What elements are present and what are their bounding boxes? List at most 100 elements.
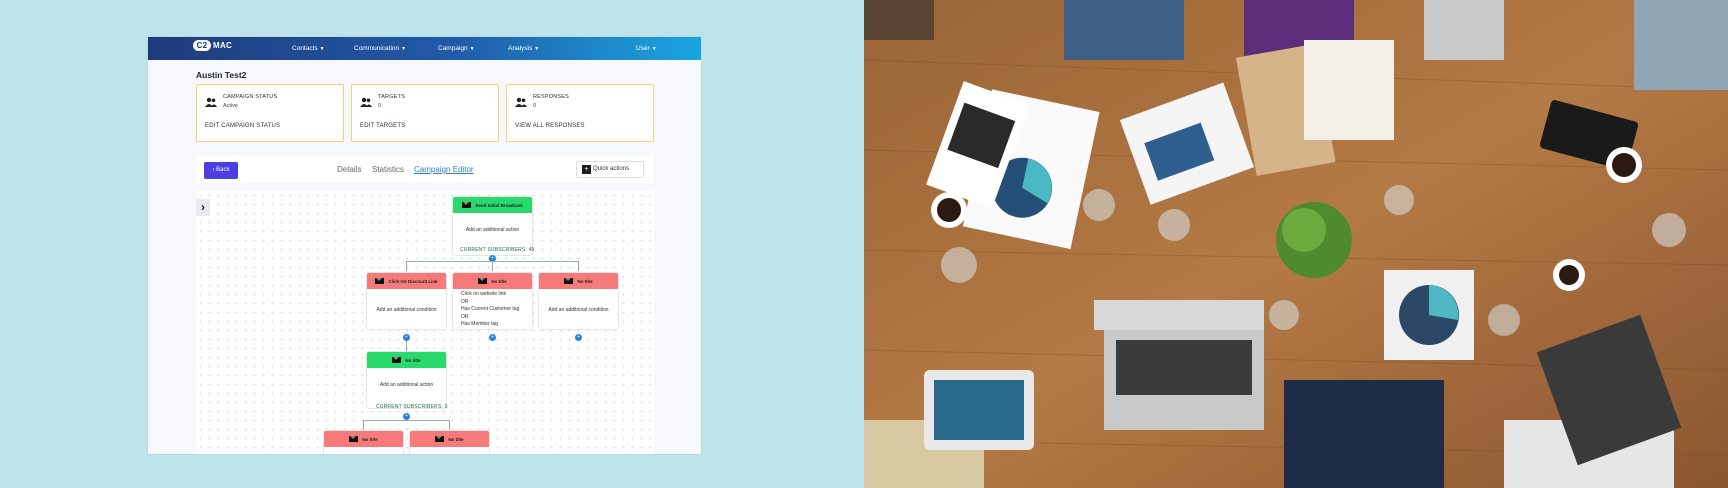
add-condition-link[interactable]: Add an additional condition <box>367 307 446 313</box>
card-targets: TARGETS 0 EDIT TARGETS <box>351 84 499 142</box>
envelope-icon <box>564 278 574 284</box>
card-value: 0 <box>533 103 537 109</box>
envelope-icon <box>349 436 359 442</box>
envelope-icon <box>392 357 402 363</box>
chevron-left-icon: ‹ <box>212 167 215 173</box>
chevron-right-icon[interactable]: › <box>196 199 210 216</box>
top-navbar: C2 MAC Contacts ▼ Communication ▼ Campaign… <box>148 37 701 60</box>
tabs-bar: ‹ Back Details Statistics Campaign Edito… <box>196 155 654 183</box>
chevron-down-icon: ▼ <box>401 46 407 52</box>
tab-statistics[interactable]: Statistics <box>372 165 404 174</box>
node-header: No title <box>453 273 532 289</box>
card-value: 0 <box>378 103 382 109</box>
node-header: No title <box>539 273 618 289</box>
left-panel: C2 MAC Contacts ▼ Communication ▼ Campaign… <box>0 0 864 488</box>
node-header: Click On Discount Link <box>367 273 446 289</box>
envelope-icon <box>435 436 445 442</box>
card-label: TARGETS <box>378 94 405 100</box>
node-title: No title <box>448 436 464 442</box>
add-node-dot[interactable]: + <box>403 413 410 420</box>
nav-campaign-label: Campaign <box>438 45 468 52</box>
chevron-down-icon: ▼ <box>534 46 540 52</box>
node-header: No title <box>410 431 489 447</box>
flow-node-branch-2[interactable]: No title Click on website link OR Has Cu… <box>452 272 533 330</box>
card-responses: RESPONSES 0 VIEW ALL RESPONSES <box>506 84 654 142</box>
app-window: C2 MAC Contacts ▼ Communication ▼ Campaign… <box>148 37 701 454</box>
condition-list: Click on website link OR Has Current Cus… <box>453 291 532 329</box>
condition-line: OR <box>461 313 469 320</box>
card-campaign-status: CAMPAIGN STATUS Active EDIT CAMPAIGN STA… <box>196 84 344 142</box>
add-action-link[interactable]: Add an additional action <box>453 227 532 233</box>
node-header: No title <box>324 431 403 447</box>
add-node-dot[interactable]: + <box>575 334 582 341</box>
quick-actions-label: Quick actions <box>593 166 630 172</box>
team-meeting-illustration <box>864 0 1728 488</box>
campaign-flow-canvas[interactable]: › Send Initial Broadcast Add an addition… <box>196 191 654 454</box>
add-action-link[interactable]: Add an additional action <box>367 382 446 388</box>
node-title: No title <box>577 278 593 284</box>
card-label: RESPONSES <box>533 94 570 100</box>
connector-line <box>363 420 449 421</box>
back-label: Back <box>216 167 230 173</box>
connector-line <box>578 261 579 271</box>
subscriber-count: CURRENT SUBSCRIBERS: 45 <box>460 247 535 253</box>
condition-line: Has Current Customer tag <box>461 306 520 312</box>
nav-communication[interactable]: Communication ▼ <box>354 45 406 52</box>
users-icon <box>360 97 372 107</box>
chevron-down-icon: ▼ <box>319 46 325 52</box>
node-header: No title <box>367 352 446 368</box>
nav-analysis[interactable]: Analysis ▼ <box>508 45 539 52</box>
tab-details[interactable]: Details <box>337 165 361 174</box>
edit-targets-link[interactable]: EDIT TARGETS <box>360 123 405 129</box>
card-label: CAMPAIGN STATUS <box>223 94 278 100</box>
nav-communication-label: Communication <box>354 45 400 52</box>
flow-node-branch-3[interactable]: No title Add an additional condition <box>538 272 619 330</box>
condition-line: Click on website link <box>461 291 507 297</box>
page-title: Austin Test2 <box>196 70 247 80</box>
condition-line: OR <box>461 298 469 305</box>
node-title: Click On Discount Link <box>388 278 438 284</box>
users-icon <box>515 97 527 107</box>
view-all-responses-link[interactable]: VIEW ALL RESPONSES <box>515 123 585 129</box>
nav-user-label: User <box>636 45 650 52</box>
back-button[interactable]: ‹ Back <box>204 162 238 179</box>
condition-line: Has Member tag <box>461 321 498 327</box>
flow-node-action-2[interactable]: No title Add an additional action <box>366 351 447 409</box>
nav-analysis-label: Analysis <box>508 45 533 52</box>
tab-campaign-editor[interactable]: Campaign Editor <box>414 165 474 174</box>
node-header: Send Initial Broadcast <box>453 197 532 213</box>
node-title: No title <box>491 278 507 284</box>
chevron-down-icon: ▼ <box>469 46 475 52</box>
logo-text: MAC <box>213 41 233 50</box>
connector-line <box>406 261 407 271</box>
connector-line <box>363 420 364 430</box>
page-content: Austin Test2 CAMPAIGN STATUS Active EDIT… <box>148 60 701 454</box>
node-title: Send Initial Broadcast <box>475 202 523 208</box>
envelope-icon <box>478 278 488 284</box>
connector-line <box>406 341 407 351</box>
flow-node-bottom-2[interactable]: No title <box>409 430 490 454</box>
envelope-icon <box>375 278 385 284</box>
add-condition-link[interactable]: Add an additional condition <box>539 307 618 313</box>
plus-icon: + <box>582 165 591 174</box>
users-icon <box>205 97 217 107</box>
flow-node-bottom-1[interactable]: No title <box>323 430 404 454</box>
flow-node-branch-1[interactable]: Click On Discount Link Add an additional… <box>366 272 447 330</box>
quick-actions-button[interactable]: + Quick actions <box>576 161 644 178</box>
chevron-down-icon: ▼ <box>651 46 657 52</box>
add-node-dot[interactable]: + <box>403 334 410 341</box>
logo[interactable]: C2 MAC <box>193 40 232 51</box>
subscriber-count: CURRENT SUBSCRIBERS: 0 <box>376 404 448 410</box>
meeting-photo <box>864 0 1728 488</box>
card-value: Active <box>223 103 238 109</box>
edit-campaign-status-link[interactable]: EDIT CAMPAIGN STATUS <box>205 123 280 129</box>
envelope-icon <box>462 202 472 208</box>
add-node-dot[interactable]: + <box>489 334 496 341</box>
connector-line <box>449 420 450 430</box>
nav-user[interactable]: User ▼ <box>636 45 657 52</box>
nav-contacts[interactable]: Contacts ▼ <box>292 45 325 52</box>
nav-contacts-label: Contacts <box>292 45 318 52</box>
nav-campaign[interactable]: Campaign ▼ <box>438 45 475 52</box>
connector-line <box>492 261 493 271</box>
logo-mark: C2 <box>193 40 211 51</box>
